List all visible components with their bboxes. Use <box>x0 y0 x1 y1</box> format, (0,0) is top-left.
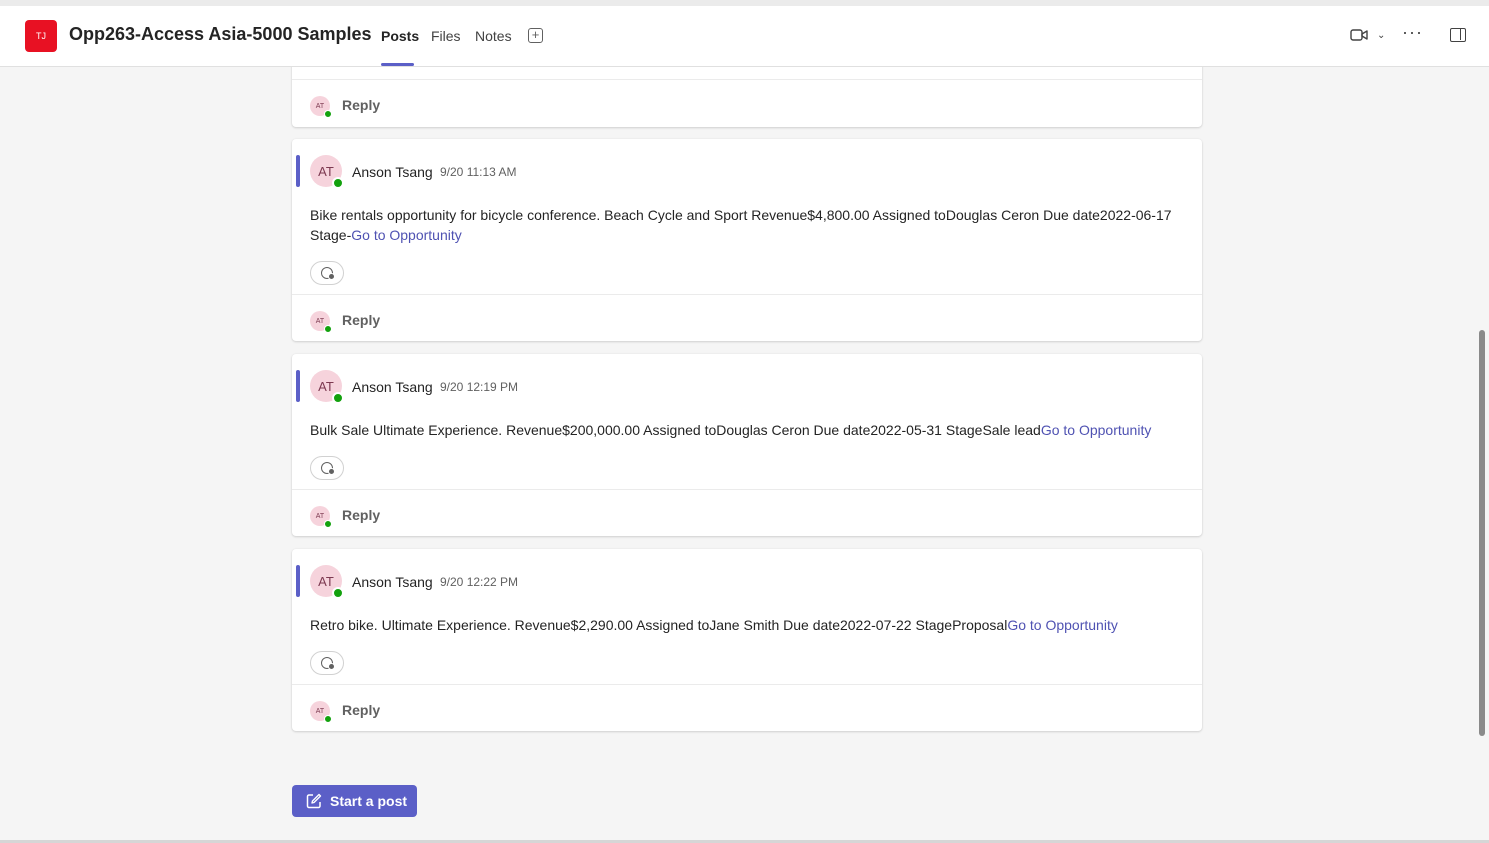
team-avatar[interactable]: TJ <box>25 20 57 52</box>
post-message: Bike rentals opportunity for bicycle con… <box>310 207 1172 243</box>
reply-button[interactable]: Reply <box>342 97 380 113</box>
more-icon[interactable]: ··· <box>1402 22 1423 43</box>
author-name[interactable]: Anson Tsang <box>352 574 433 590</box>
posts-feed[interactable]: AT Reply AT Anson Tsang 9/20 11:13 AM Bi… <box>0 67 1489 843</box>
channel-title: Opp263-Access Asia-5000 Samples <box>69 24 372 44</box>
active-tab-indicator <box>381 63 414 66</box>
tab-files[interactable]: Files <box>431 28 461 44</box>
presence-available-icon <box>332 177 344 189</box>
reply-button[interactable]: Reply <box>342 312 380 328</box>
author-name[interactable]: Anson Tsang <box>352 164 433 180</box>
presence-available-icon <box>324 110 332 118</box>
post-card: AT Reply <box>292 67 1202 127</box>
divider <box>292 489 1202 490</box>
divider <box>292 684 1202 685</box>
add-reaction-button[interactable] <box>310 261 344 285</box>
compose-icon <box>306 793 322 809</box>
presence-available-icon <box>324 325 332 333</box>
unread-accent-bar <box>296 155 300 187</box>
feed-scrollbar[interactable] <box>1479 330 1485 736</box>
tab-notes[interactable]: Notes <box>475 28 512 44</box>
divider <box>292 294 1202 295</box>
go-to-opportunity-link[interactable]: Go to Opportunity <box>351 227 462 243</box>
post-message: Retro bike. Ultimate Experience. Revenue… <box>310 617 1118 633</box>
start-a-post-button[interactable]: Start a post <box>292 785 417 817</box>
post-timestamp: 9/20 12:19 PM <box>440 380 519 394</box>
divider <box>292 79 1202 80</box>
go-to-opportunity-link[interactable]: Go to Opportunity <box>1007 617 1118 633</box>
author-avatar[interactable]: AT <box>310 370 344 404</box>
presence-available-icon <box>332 587 344 599</box>
reply-avatar: AT <box>310 506 332 528</box>
reply-avatar: AT <box>310 311 332 333</box>
post-card: AT Anson Tsang 9/20 11:13 AM Bike rental… <box>292 139 1202 341</box>
post-card: AT Anson Tsang 9/20 12:22 PM Retro bike.… <box>292 549 1202 731</box>
panel-icon[interactable] <box>1450 28 1466 42</box>
video-icon[interactable] <box>1350 28 1368 42</box>
presence-available-icon <box>332 392 344 404</box>
reply-button[interactable]: Reply <box>342 702 380 718</box>
start-a-post-label: Start a post <box>330 793 408 809</box>
author-name[interactable]: Anson Tsang <box>352 379 433 395</box>
go-to-opportunity-link[interactable]: Go to Opportunity <box>1041 422 1152 438</box>
author-avatar[interactable]: AT <box>310 155 344 189</box>
tab-posts[interactable]: Posts <box>381 28 419 44</box>
post-timestamp: 9/20 12:22 PM <box>440 575 519 589</box>
post-message: Bulk Sale Ultimate Experience. Revenue$2… <box>310 422 1152 438</box>
add-reaction-button[interactable] <box>310 456 344 480</box>
chevron-down-icon[interactable]: ⌄ <box>1377 30 1385 41</box>
channel-header: TJ Opp263-Access Asia-5000 Samples Posts… <box>0 6 1489 67</box>
reply-avatar: AT <box>310 96 332 118</box>
post-card: AT Anson Tsang 9/20 12:19 PM Bulk Sale U… <box>292 354 1202 536</box>
author-avatar[interactable]: AT <box>310 565 344 599</box>
reply-avatar: AT <box>310 701 332 723</box>
unread-accent-bar <box>296 565 300 597</box>
unread-accent-bar <box>296 370 300 402</box>
post-timestamp: 9/20 11:13 AM <box>440 165 517 179</box>
presence-available-icon <box>324 520 332 528</box>
add-reaction-button[interactable] <box>310 651 344 675</box>
presence-available-icon <box>324 715 332 723</box>
reply-button[interactable]: Reply <box>342 507 380 523</box>
add-tab-button[interactable]: + <box>528 28 543 43</box>
